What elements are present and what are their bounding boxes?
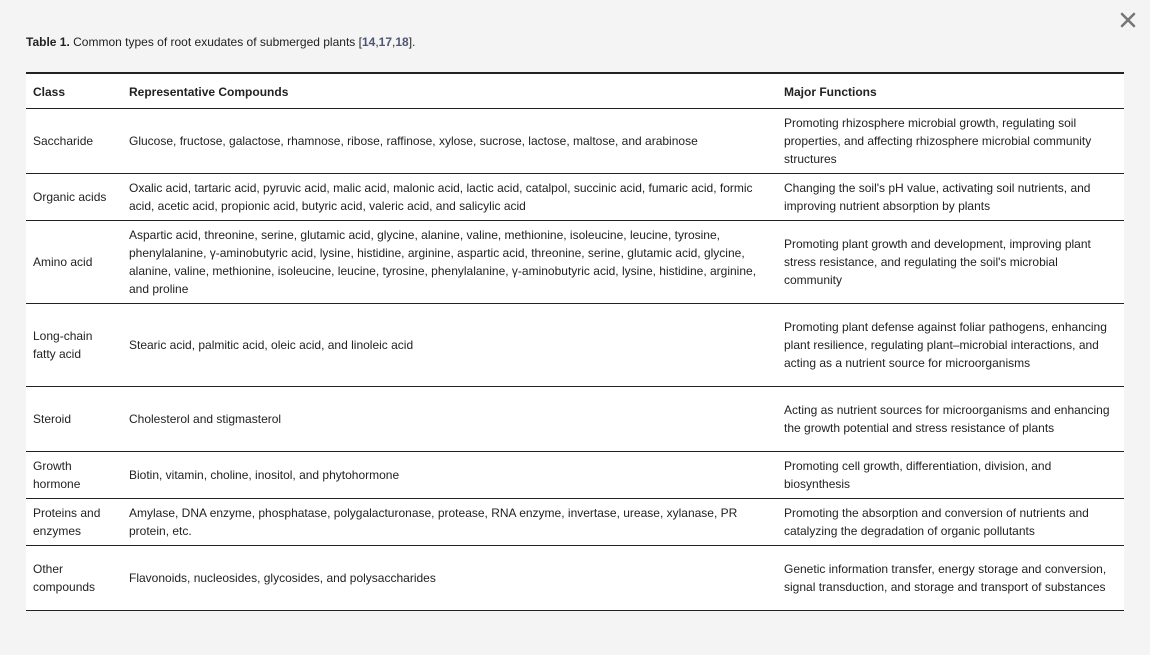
citation-link[interactable]: 14 [362, 35, 375, 49]
cell-functions: Acting as nutrient sources for microorga… [784, 403, 1110, 435]
cell-compounds: Flavonoids, nucleosides, glycosides, and… [129, 571, 436, 585]
cell-compounds: Stearic acid, palmitic acid, oleic acid,… [129, 338, 414, 352]
cell-compounds: Oxalic acid, tartaric acid, pyruvic acid… [129, 181, 753, 213]
table-row: Amino acid Aspartic acid, threonine, ser… [26, 221, 1124, 304]
table-header-row: Class Representative Compounds Major Fun… [26, 73, 1124, 109]
cell-class: Organic acids [33, 190, 107, 204]
header-compounds: Representative Compounds [129, 84, 289, 99]
citation-link[interactable]: 18 [395, 35, 408, 49]
table-row: Long-chain fatty acid Stearic acid, palm… [26, 304, 1124, 387]
table-viewer: Table 1. Common types of root exudates o… [0, 0, 1150, 655]
cell-functions: Promoting plant growth and development, … [784, 237, 1091, 287]
table-container: Class Representative Compounds Major Fun… [26, 72, 1124, 611]
cell-class: Steroid [33, 412, 72, 426]
cell-functions: Genetic information transfer, energy sto… [784, 562, 1107, 594]
root-exudates-table: Class Representative Compounds Major Fun… [26, 72, 1124, 611]
table-row: Saccharide Glucose, fructose, galactose,… [26, 109, 1124, 174]
cell-compounds: Biotin, vitamin, choline, inositol, and … [129, 468, 400, 482]
cell-compounds: Amylase, DNA enzyme, phosphatase, polyga… [129, 506, 738, 538]
table-row: Organic acids Oxalic acid, tartaric acid… [26, 174, 1124, 221]
cell-class: Long-chain fatty acid [33, 329, 93, 361]
cell-class: Other compounds [33, 562, 96, 594]
cell-functions: Promoting plant defense against foliar p… [784, 320, 1107, 370]
table-row: Steroid Cholesterol and stigmasterol Act… [26, 387, 1124, 452]
table-row: Other compounds Flavonoids, nucleosides,… [26, 546, 1124, 611]
table-row: Proteins and enzymes Amylase, DNA enzyme… [26, 499, 1124, 546]
cell-compounds: Aspartic acid, threonine, serine, glutam… [129, 228, 757, 296]
caption-suffix: ]. [408, 35, 416, 49]
header-class: Class [33, 84, 66, 99]
cell-functions: Promoting rhizosphere microbial growth, … [784, 116, 1092, 166]
cell-compounds: Glucose, fructose, galactose, rhamnose, … [129, 134, 698, 148]
table-row: Growth hormone Biotin, vitamin, choline,… [26, 452, 1124, 499]
cell-class: Amino acid [33, 255, 93, 269]
cell-functions: Changing the soil's pH value, activating… [784, 181, 1091, 213]
close-button[interactable] [1119, 11, 1137, 29]
header-functions: Major Functions [784, 84, 877, 99]
cell-class: Proteins and enzymes [33, 506, 101, 538]
close-icon [1120, 12, 1136, 28]
cell-compounds: Cholesterol and stigmasterol [129, 412, 282, 426]
cell-functions: Promoting the absorption and conversion … [784, 506, 1089, 538]
caption-text: Common types of root exudates of submerg… [69, 35, 362, 49]
citation-link[interactable]: 17 [379, 35, 392, 49]
caption-label: Table 1. [26, 35, 70, 49]
cell-functions: Promoting cell growth, differentiation, … [784, 459, 1052, 491]
table-caption: Table 1. Common types of root exudates o… [26, 34, 415, 50]
cell-class: Growth hormone [33, 459, 81, 491]
cell-class: Saccharide [33, 134, 94, 148]
